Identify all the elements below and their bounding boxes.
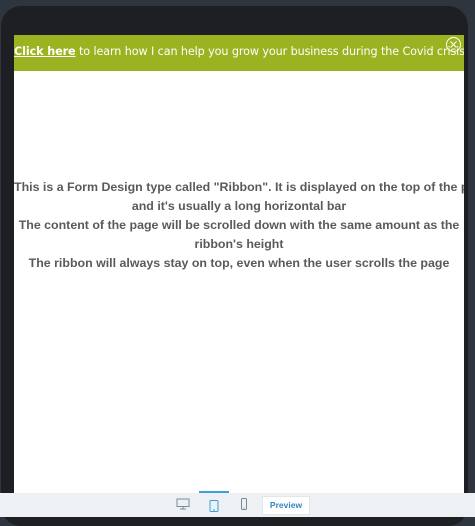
device-toolbar: Preview	[0, 491, 475, 517]
device-frame: Click here to learn how I can help you g…	[1, 6, 468, 526]
preview-button[interactable]: Preview	[262, 496, 310, 515]
ribbon-message-text: to learn how I can help you grow your bu…	[75, 45, 464, 58]
preview-screen: Click here to learn how I can help you g…	[14, 35, 464, 505]
content-line: ribbon's height	[194, 237, 284, 251]
close-icon[interactable]	[446, 37, 461, 52]
content-line: and it's usually a long horizontal bar	[131, 199, 347, 213]
desktop-icon	[176, 498, 190, 510]
content-line: This is a Form Design type called "Ribbo…	[14, 180, 464, 194]
content-line: The ribbon will always stay on top, even…	[28, 256, 450, 270]
ribbon-bar: Click here to learn how I can help you g…	[14, 35, 464, 71]
content-line: The content of the page will be scrolled…	[18, 218, 460, 232]
tablet-icon	[209, 500, 219, 512]
page-content: This is a Form Design type called "Ribbo…	[14, 178, 464, 273]
mobile-icon	[241, 498, 247, 510]
ribbon-message: Click here to learn how I can help you g…	[14, 45, 464, 59]
desktop-view-button[interactable]	[168, 493, 198, 515]
tablet-view-button[interactable]	[199, 491, 229, 515]
mobile-view-button[interactable]	[229, 493, 259, 515]
ribbon-link[interactable]: Click here	[14, 45, 76, 58]
